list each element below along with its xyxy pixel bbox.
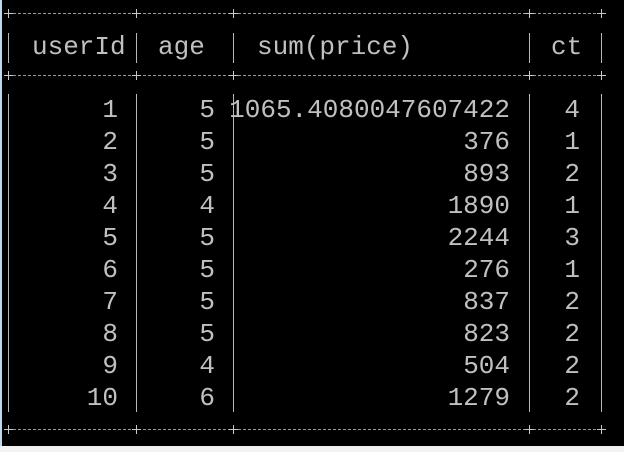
column-divider bbox=[529, 33, 530, 63]
cell-age: 6 bbox=[199, 383, 215, 413]
cell-ct: 1 bbox=[564, 127, 580, 157]
header-userid: userId bbox=[32, 32, 126, 62]
table-bottom-border bbox=[8, 429, 606, 430]
cell-ct: 2 bbox=[564, 383, 580, 413]
cell-ct: 3 bbox=[564, 223, 580, 253]
cell-ct: 2 bbox=[564, 319, 580, 349]
border-junction bbox=[229, 9, 238, 18]
border-junction bbox=[132, 71, 141, 80]
cell-age: 5 bbox=[199, 127, 215, 157]
border-junction bbox=[229, 71, 238, 80]
cell-age: 5 bbox=[199, 287, 215, 317]
column-divider bbox=[233, 33, 234, 63]
cell-age: 5 bbox=[199, 159, 215, 189]
cell-age: 5 bbox=[199, 255, 215, 285]
border-junction bbox=[525, 425, 534, 434]
cell-ct: 2 bbox=[564, 287, 580, 317]
border-junction bbox=[525, 9, 534, 18]
column-divider bbox=[8, 33, 9, 63]
header-age: age bbox=[158, 32, 205, 62]
border-junction bbox=[132, 9, 141, 18]
cell-ct: 2 bbox=[564, 351, 580, 381]
column-divider bbox=[136, 33, 137, 63]
border-junction bbox=[597, 425, 606, 434]
cell-age: 5 bbox=[199, 223, 215, 253]
border-junction bbox=[4, 71, 13, 80]
cell-age: 4 bbox=[199, 191, 215, 221]
border-junction bbox=[4, 425, 13, 434]
cell-ct: 4 bbox=[564, 95, 580, 125]
cell-age: 5 bbox=[199, 319, 215, 349]
window-bottom-edge bbox=[0, 446, 624, 452]
column-divider bbox=[601, 33, 602, 63]
cell-ct: 1 bbox=[564, 191, 580, 221]
header-ct: ct bbox=[551, 32, 583, 62]
cell-ct: 2 bbox=[564, 159, 580, 189]
border-junction bbox=[132, 425, 141, 434]
header-separator bbox=[8, 75, 606, 76]
cell-age: 4 bbox=[199, 351, 215, 381]
border-junction bbox=[229, 425, 238, 434]
cell-age: 5 bbox=[199, 95, 215, 125]
column-divider bbox=[601, 94, 602, 412]
terminal-window: userId age sum(price) ct 1 5 1065.40800476… bbox=[0, 0, 624, 452]
cell-ct: 1 bbox=[564, 255, 580, 285]
border-junction bbox=[597, 9, 606, 18]
border-junction bbox=[597, 71, 606, 80]
border-junction bbox=[4, 9, 13, 18]
header-sum-price: sum(price) bbox=[257, 32, 414, 62]
table-top-border bbox=[8, 13, 606, 14]
border-junction bbox=[525, 71, 534, 80]
